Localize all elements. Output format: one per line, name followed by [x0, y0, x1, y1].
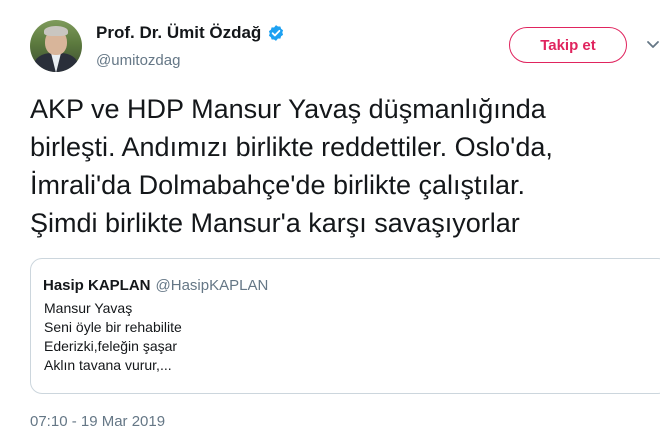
tweet-text-line: birleşti. Andımızı birlikte reddettiler.…: [30, 132, 553, 162]
avatar-hair: [44, 26, 68, 36]
author-name-row: Prof. Dr. Ümit Özdağ: [96, 23, 285, 43]
quoted-tweet-line: Ederizki,feleğin şaşar: [44, 338, 178, 354]
author-handle[interactable]: @umitozdag: [96, 52, 180, 69]
quoted-author-name: Hasip KAPLAN: [43, 277, 151, 294]
verified-badge-icon: [267, 24, 285, 42]
follow-button[interactable]: Takip et: [509, 27, 627, 63]
author-display-name[interactable]: Prof. Dr. Ümit Özdağ: [96, 23, 261, 43]
quoted-tweet-line: Aklın tavana vurur,...: [44, 357, 172, 373]
quoted-tweet-header: Hasip KAPLAN @HasipKAPLAN: [43, 277, 268, 294]
tweet-text: AKP ve HDP Mansur Yavaş düşmanlığında bi…: [30, 90, 655, 242]
tweet-text-line: İmrali'da Dolmabahçe'de birlikte çalıştı…: [30, 170, 526, 200]
quoted-tweet-card[interactable]: Hasip KAPLAN @HasipKAPLAN Mansur Yavaş S…: [30, 258, 660, 394]
tweet-text-line: AKP ve HDP Mansur Yavaş düşmanlığında: [30, 94, 546, 124]
chevron-down-icon[interactable]: [646, 38, 660, 50]
quoted-author-handle: @HasipKAPLAN: [155, 277, 269, 294]
quoted-tweet-line: Seni öyle bir rehabilite: [44, 319, 182, 335]
tweet-timestamp[interactable]: 07:10 - 19 Mar 2019: [30, 413, 165, 430]
quoted-tweet-text: Mansur Yavaş Seni öyle bir rehabilite Ed…: [44, 299, 182, 375]
avatar[interactable]: [30, 20, 82, 72]
tweet-text-line: Şimdi birlikte Mansur'a karşı savaşıyorl…: [30, 208, 520, 238]
quoted-tweet-line: Mansur Yavaş: [44, 300, 133, 316]
